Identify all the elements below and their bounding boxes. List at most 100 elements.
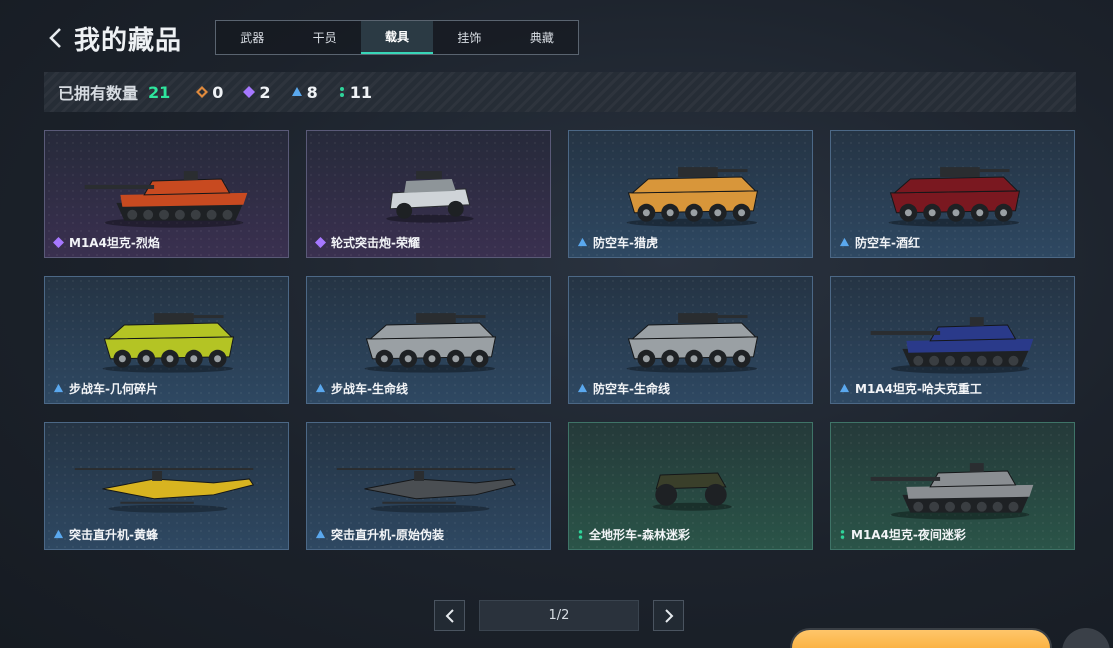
vehicle-card-label: 突击直升机-黄蜂	[53, 526, 158, 543]
vehicle-card-label: 防空车-酒红	[839, 234, 920, 251]
back-button[interactable]	[44, 24, 66, 52]
vehicle-card-label: M1A4坦克-烈焰	[53, 234, 160, 251]
vehicle-name: M1A4坦克-夜间迷彩	[851, 528, 966, 542]
blue-triangle-icon	[315, 383, 326, 393]
vehicle-card-label: M1A4坦克-哈夫克重工	[839, 380, 982, 397]
category-tabs: 武器 干员 载具 挂饰 典藏	[215, 20, 579, 55]
next-page-button[interactable]	[653, 600, 684, 631]
tab-operators[interactable]: 干员	[288, 21, 360, 54]
vehicle-name: 防空车-酒红	[855, 236, 920, 250]
tab-charms[interactable]: 挂饰	[433, 21, 505, 54]
rarity-badge	[839, 237, 850, 248]
vehicle-card[interactable]: 防空车-酒红	[830, 130, 1075, 258]
vehicle-card-label: 突击直升机-原始伪装	[315, 526, 444, 543]
primary-action-button[interactable]	[790, 628, 1052, 648]
rarity-badge	[315, 237, 326, 248]
rarity-badge	[315, 529, 326, 540]
rarity-badge	[577, 383, 588, 394]
vehicle-card-label: 防空车-猎虎	[577, 234, 658, 251]
blue-triangle-icon	[53, 383, 64, 393]
ownership-stats-bar: 已拥有数量 21 0 2 8 11	[44, 72, 1076, 112]
chevron-left-icon	[445, 608, 454, 623]
vehicle-name: 防空车-猎虎	[593, 236, 658, 250]
rarity-badge	[839, 383, 850, 394]
tank-image	[870, 463, 1034, 520]
owned-count-value: 21	[148, 82, 171, 102]
vehicle-card[interactable]: 防空车-猎虎	[568, 130, 813, 258]
rarity-badge	[53, 237, 64, 248]
armored-vehicle-image	[626, 313, 759, 373]
rarity-badge	[839, 529, 846, 540]
vehicle-card[interactable]: 步战车-生命线	[306, 276, 551, 404]
page-title: 我的藏品	[74, 25, 183, 56]
armored-vehicle-image	[888, 167, 1021, 227]
vehicle-name: 步战车-几何碎片	[69, 382, 158, 396]
vehicle-name: 突击直升机-原始伪装	[331, 528, 444, 542]
orange-diamond-icon	[196, 86, 209, 98]
vehicle-card-label: 步战车-几何碎片	[53, 380, 158, 397]
rarity-badge	[577, 237, 588, 248]
owned-count-label: 已拥有数量	[58, 84, 139, 103]
tab-collection[interactable]: 典藏	[506, 21, 578, 54]
green-dots-icon	[840, 530, 845, 539]
vehicle-card[interactable]: 突击直升机-原始伪装	[306, 422, 551, 550]
rarity-count-purple: 2	[243, 82, 271, 102]
tank-image	[870, 317, 1034, 374]
vehicle-name: 防空车-生命线	[593, 382, 670, 396]
rarity-count-orange: 0	[196, 83, 223, 102]
vehicle-card[interactable]: 全地形车-森林迷彩	[568, 422, 813, 550]
page-header: 我的藏品	[44, 18, 182, 58]
vehicle-name: 轮式突击炮-荣耀	[331, 236, 420, 250]
rarity-count-value: 11	[349, 82, 372, 102]
pagination: 1/2	[434, 600, 684, 631]
tank-image	[84, 171, 248, 228]
vehicle-card-label: 轮式突击炮-荣耀	[315, 234, 420, 251]
vehicle-card[interactable]: 防空车-生命线	[568, 276, 813, 404]
purple-diamond-icon	[53, 237, 64, 248]
green-dots-icon	[578, 530, 583, 539]
rarity-count-green: 11	[338, 83, 372, 102]
vehicle-card[interactable]: 步战车-几何碎片	[44, 276, 289, 404]
rarity-badge	[53, 383, 64, 394]
chevron-right-icon	[664, 608, 673, 623]
vehicle-card-label: 防空车-生命线	[577, 380, 670, 397]
rarity-badge	[577, 529, 584, 540]
blue-triangle-icon	[291, 87, 302, 96]
chevron-left-icon	[49, 28, 61, 48]
vehicle-card[interactable]: 轮式突击炮-荣耀	[306, 130, 551, 258]
armored-vehicle-image	[102, 313, 235, 373]
helicopter-image	[74, 468, 255, 513]
vehicle-card[interactable]: M1A4坦克-夜间迷彩	[830, 422, 1075, 550]
helicopter-image	[336, 468, 517, 513]
atv-image	[652, 472, 732, 511]
rarity-count-value: 0	[212, 82, 224, 102]
tab-weapons[interactable]: 武器	[216, 21, 288, 54]
blue-triangle-icon	[839, 383, 850, 393]
blue-triangle-icon	[315, 529, 326, 539]
page-indicator: 1/2	[479, 600, 639, 631]
vehicle-name: 步战车-生命线	[331, 382, 408, 396]
rarity-badge	[53, 529, 64, 540]
vehicle-collection-grid: M1A4坦克-烈焰 轮式突击炮-荣耀 防空车-猎虎 防空车-酒红 步战车-几何碎…	[44, 130, 1076, 550]
armored-vehicle-image	[364, 313, 497, 373]
buggy-image	[386, 171, 474, 223]
rarity-count-value: 2	[259, 82, 271, 102]
green-dots-icon	[339, 87, 344, 97]
purple-diamond-icon	[315, 237, 326, 248]
blue-triangle-icon	[577, 237, 588, 247]
vehicle-name: M1A4坦克-哈夫克重工	[855, 382, 982, 396]
tab-vehicles[interactable]: 载具	[360, 21, 434, 54]
vehicle-card-label: 全地形车-森林迷彩	[577, 526, 690, 543]
vehicle-card[interactable]: M1A4坦克-烈焰	[44, 130, 289, 258]
vehicle-card-label: 步战车-生命线	[315, 380, 408, 397]
vehicle-name: 突击直升机-黄蜂	[69, 528, 158, 542]
round-action-button[interactable]	[1062, 628, 1110, 648]
rarity-badge	[315, 383, 326, 394]
rarity-count-value: 8	[306, 82, 318, 102]
vehicle-card[interactable]: 突击直升机-黄蜂	[44, 422, 289, 550]
purple-diamond-icon	[243, 86, 256, 98]
prev-page-button[interactable]	[434, 600, 465, 631]
vehicle-card[interactable]: M1A4坦克-哈夫克重工	[830, 276, 1075, 404]
vehicle-name: 全地形车-森林迷彩	[589, 528, 690, 542]
blue-triangle-icon	[839, 237, 850, 247]
